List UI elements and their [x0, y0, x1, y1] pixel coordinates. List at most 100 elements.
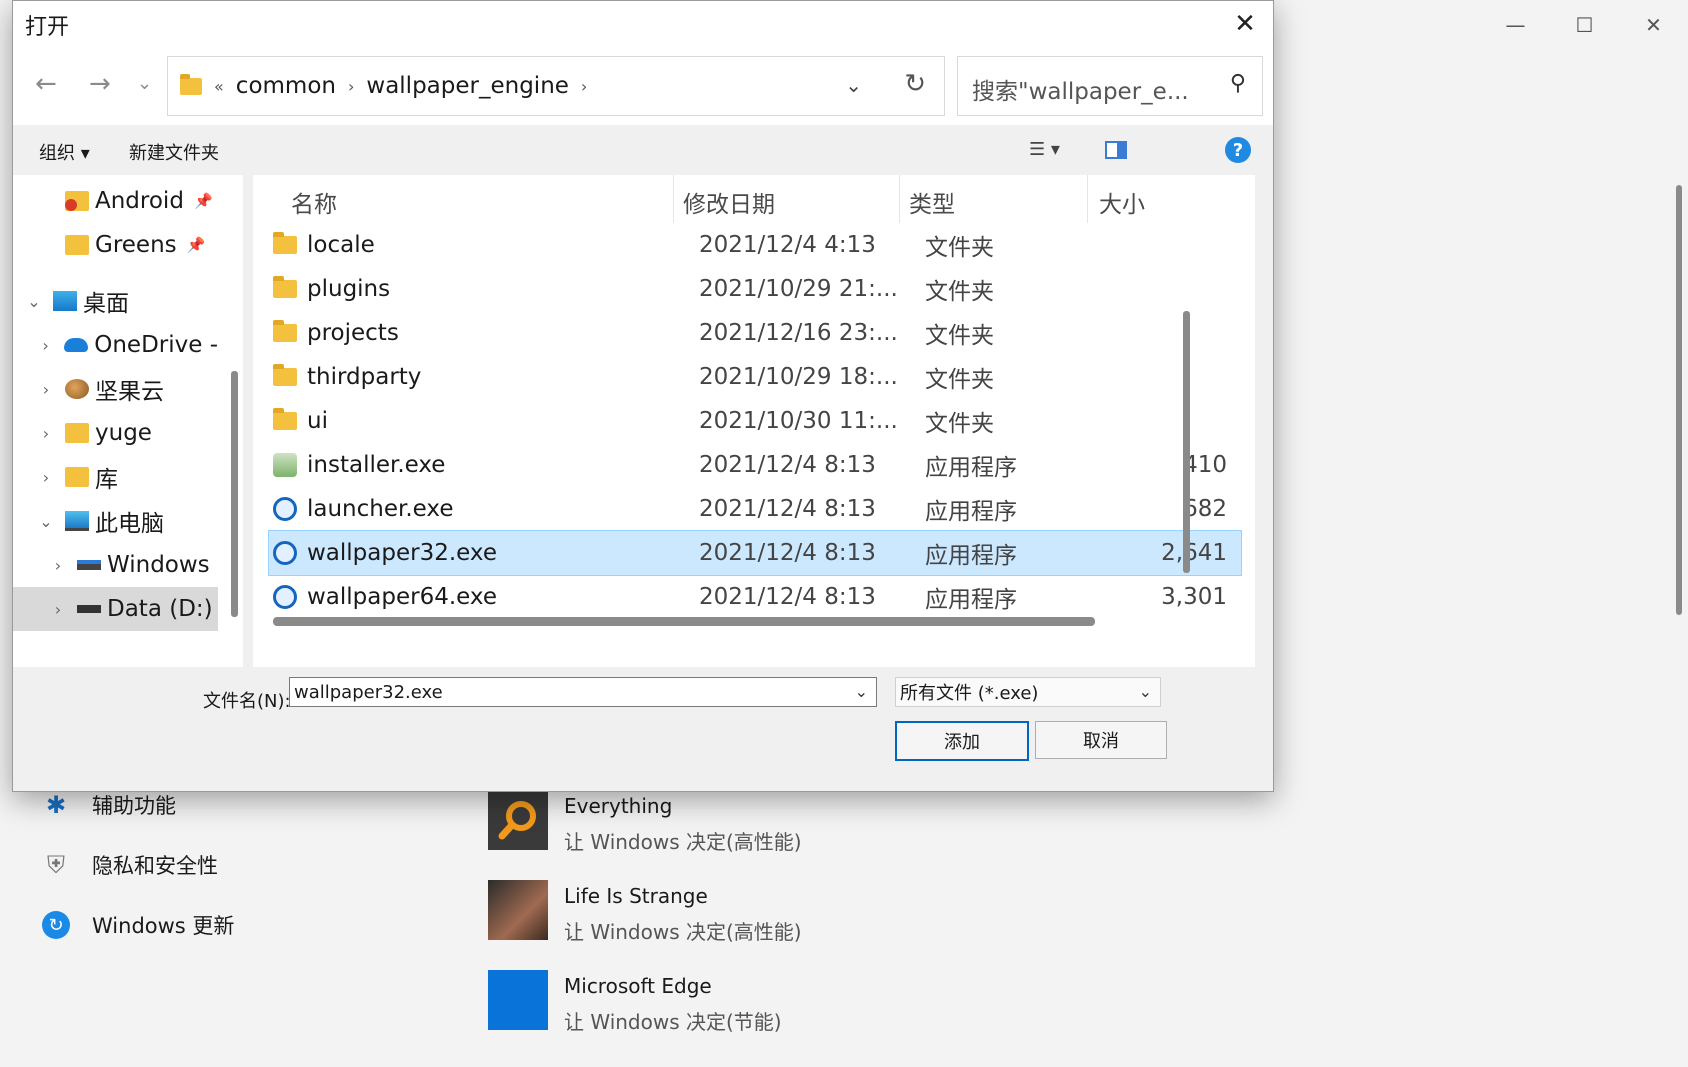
file-row[interactable]: ui 2021/10/30 11:... 文件夹: [269, 399, 1241, 443]
close-button[interactable]: ✕: [1619, 6, 1688, 44]
onedrive-icon: [64, 338, 89, 352]
view-options-button[interactable]: ☰ ▾: [1029, 139, 1060, 160]
breadcrumb-separator[interactable]: ›: [348, 77, 354, 96]
tree-item-this-pc[interactable]: ⌄ 此电脑: [13, 499, 218, 543]
chevron-right-icon[interactable]: ›: [35, 468, 57, 487]
search-icon[interactable]: ⚲: [1230, 71, 1246, 96]
tree-item-desktop[interactable]: ⌄ 桌面: [13, 279, 218, 323]
tree-item-greens[interactable]: Greens 📌: [13, 223, 218, 267]
file-name: wallpaper64.exe: [307, 584, 497, 610]
file-date: 2021/10/29 21:...: [699, 276, 898, 302]
tree-item-nutstore[interactable]: › 坚果云: [13, 367, 218, 411]
sort-ascending-icon: ⌃: [501, 175, 513, 185]
file-row[interactable]: launcher.exe 2021/12/4 8:13 应用程序 682: [269, 487, 1241, 531]
settings-scrollbar[interactable]: [1676, 185, 1682, 615]
file-list[interactable]: ⌃ 名称 修改日期 类型 大小 locale 2021/12/4 4:13 文件夹 p…: [253, 175, 1255, 667]
file-name: thirdparty: [307, 364, 422, 390]
tree-item-android[interactable]: Android 📌: [13, 179, 218, 223]
app-name: Microsoft Edge: [564, 974, 712, 998]
file-date: 2021/12/4 4:13: [699, 232, 876, 258]
settings-caption-buttons: — ☐ ✕: [1481, 6, 1688, 44]
file-row[interactable]: wallpaper32.exe 2021/12/4 8:13 应用程序 2,641: [268, 530, 1242, 576]
file-name: wallpaper32.exe: [307, 540, 497, 566]
app-row-microsoft-edge[interactable]: Microsoft Edge 让 Windows 决定(节能): [488, 970, 782, 1035]
breadcrumb-overflow[interactable]: «: [214, 77, 224, 96]
edge-app-icon: [488, 970, 548, 1030]
column-header-name[interactable]: 名称: [291, 185, 337, 219]
chevron-right-icon[interactable]: ›: [47, 600, 69, 619]
column-divider[interactable]: [899, 175, 900, 223]
pc-icon: [65, 511, 89, 531]
life-is-strange-app-icon: [488, 880, 548, 940]
chevron-down-icon[interactable]: ⌄: [845, 73, 862, 97]
minimize-button[interactable]: —: [1481, 6, 1550, 44]
column-header-type[interactable]: 类型: [909, 185, 955, 219]
breadcrumb-wallpaper-engine[interactable]: wallpaper_engine: [366, 73, 569, 99]
nav-item-accessibility[interactable]: ✱ 辅助功能: [42, 790, 176, 820]
help-icon[interactable]: ?: [1225, 137, 1251, 163]
tree-scrollbar[interactable]: [231, 371, 238, 617]
nav-item-privacy[interactable]: ⛨ 隐私和安全性: [42, 850, 218, 880]
column-divider[interactable]: [673, 175, 674, 223]
organize-button[interactable]: 组织 ▾: [39, 139, 90, 165]
chevron-down-icon[interactable]: ⌄: [1139, 682, 1152, 701]
dialog-close-button[interactable]: ✕: [1217, 1, 1273, 47]
horizontal-scrollbar[interactable]: [273, 617, 1095, 626]
new-folder-button[interactable]: 新建文件夹: [129, 139, 219, 165]
file-row[interactable]: plugins 2021/10/29 21:... 文件夹: [269, 267, 1241, 311]
column-header-date[interactable]: 修改日期: [683, 185, 775, 219]
file-row[interactable]: installer.exe 2021/12/4 8:13 应用程序 410: [269, 443, 1241, 487]
folder-icon: [273, 320, 297, 342]
dialog-titlebar[interactable]: 打开 ✕: [13, 1, 1273, 47]
back-button[interactable]: ←: [35, 69, 57, 99]
file-name-cell: plugins: [269, 276, 390, 302]
breadcrumb-separator[interactable]: ›: [581, 77, 587, 96]
app-row-life-is-strange[interactable]: Life Is Strange 让 Windows 决定(高性能): [488, 880, 802, 945]
tree-item-label: 此电脑: [95, 511, 164, 537]
file-row[interactable]: thirdparty 2021/10/29 18:... 文件夹: [269, 355, 1241, 399]
file-row[interactable]: projects 2021/12/16 23:... 文件夹: [269, 311, 1241, 355]
file-name-cell: wallpaper32.exe: [269, 540, 497, 566]
refresh-icon[interactable]: ↻: [904, 69, 926, 99]
vertical-scrollbar[interactable]: [1183, 311, 1190, 573]
app-row-everything[interactable]: Everything 让 Windows 决定(高性能): [488, 790, 802, 855]
application-icon: [273, 585, 297, 609]
maximize-button[interactable]: ☐: [1550, 6, 1619, 44]
navigation-pane[interactable]: Android 📌 Greens 📌 ⌄ 桌面 › OneDrive - › 坚…: [13, 175, 243, 667]
file-date: 2021/12/4 8:13: [699, 540, 876, 566]
navigation-bar: ← → ⌄ « common › wallpaper_engine › ⌄ ↻ …: [13, 47, 1273, 125]
forward-button[interactable]: →: [89, 69, 111, 99]
file-date: 2021/12/4 8:13: [699, 584, 876, 610]
search-input[interactable]: 搜索"wallpaper_e... ⚲: [957, 56, 1263, 116]
address-bar[interactable]: « common › wallpaper_engine › ⌄ ↻: [167, 56, 945, 116]
file-row[interactable]: locale 2021/12/4 4:13 文件夹: [269, 223, 1241, 267]
column-header-size[interactable]: 大小: [1099, 185, 1145, 219]
tree-item-library[interactable]: › 库: [13, 455, 218, 499]
filename-input[interactable]: wallpaper32.exe ⌄: [289, 677, 877, 707]
file-type: 应用程序: [925, 499, 1017, 525]
tree-item-onedrive[interactable]: › OneDrive -: [13, 323, 218, 367]
tree-item-label: OneDrive -: [94, 332, 218, 358]
chevron-down-icon[interactable]: ⌄: [23, 292, 45, 311]
chevron-down-icon[interactable]: ⌄: [855, 682, 868, 701]
column-divider[interactable]: [1087, 175, 1088, 223]
file-name: launcher.exe: [307, 496, 454, 522]
chevron-down-icon[interactable]: ⌄: [35, 512, 57, 531]
chevron-right-icon[interactable]: ›: [35, 380, 57, 399]
tree-item-yuge[interactable]: › yuge: [13, 411, 218, 455]
tree-item-data-drive[interactable]: › Data (D:): [13, 587, 218, 631]
chevron-right-icon[interactable]: ›: [35, 336, 56, 355]
tree-item-windows-drive[interactable]: › Windows: [13, 543, 218, 587]
recent-locations-button[interactable]: ⌄: [137, 73, 152, 94]
cancel-button[interactable]: 取消: [1035, 721, 1167, 759]
tree-item-label: 库: [95, 467, 118, 493]
chevron-right-icon[interactable]: ›: [35, 424, 57, 443]
preview-pane-icon[interactable]: [1105, 141, 1127, 159]
breadcrumb-common[interactable]: common: [236, 73, 336, 99]
file-size: 3,301: [1161, 584, 1227, 610]
file-row[interactable]: wallpaper64.exe 2021/12/4 8:13 应用程序 3,301: [269, 575, 1241, 619]
nav-item-windows-update[interactable]: ↻ Windows 更新: [42, 910, 234, 940]
chevron-right-icon[interactable]: ›: [47, 556, 69, 575]
file-type-select[interactable]: 所有文件 (*.exe) ⌄: [895, 677, 1161, 707]
add-button[interactable]: 添加: [895, 721, 1029, 761]
